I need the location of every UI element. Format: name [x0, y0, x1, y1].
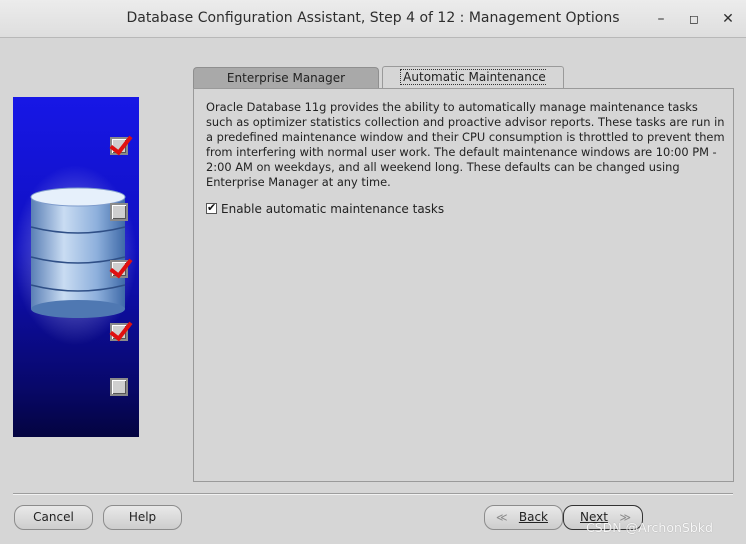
- enable-maintenance-label: Enable automatic maintenance tasks: [221, 202, 445, 216]
- maximize-button[interactable]: ◻: [683, 9, 705, 29]
- back-label: Back: [518, 510, 548, 524]
- step-checkbox-5: [110, 378, 128, 396]
- window-title: Database Configuration Assistant, Step 4…: [126, 10, 620, 26]
- step-checkbox-3: [110, 260, 128, 278]
- tab-automatic-maintenance-tasks[interactable]: Automatic Maintenance Tasks: [382, 66, 564, 105]
- close-button[interactable]: ✕: [717, 9, 739, 29]
- enable-maintenance-option[interactable]: Enable automatic maintenance tasks: [206, 201, 445, 216]
- help-button[interactable]: Help: [103, 505, 182, 530]
- steps-graphic-panel: [13, 97, 139, 437]
- step-checkbox-2: [110, 203, 128, 221]
- watermark: CSDN @ArchonSbkd: [586, 520, 713, 535]
- title-bar: Database Configuration Assistant, Step 4…: [0, 0, 746, 38]
- step-checkbox-1: [110, 137, 128, 155]
- minimize-button[interactable]: –: [650, 9, 672, 29]
- chevron-left-icon: ≪: [496, 511, 508, 524]
- cancel-button[interactable]: Cancel: [14, 505, 93, 530]
- tab-content-panel: Oracle Database 11g provides the ability…: [193, 88, 734, 482]
- tab-enterprise-manager[interactable]: Enterprise Manager: [193, 67, 379, 88]
- step-checkbox-4: [110, 323, 128, 341]
- divider: [13, 493, 733, 495]
- enable-maintenance-checkbox[interactable]: [206, 201, 217, 214]
- maintenance-description: Oracle Database 11g provides the ability…: [206, 100, 725, 189]
- back-button[interactable]: ≪ Back: [484, 505, 563, 530]
